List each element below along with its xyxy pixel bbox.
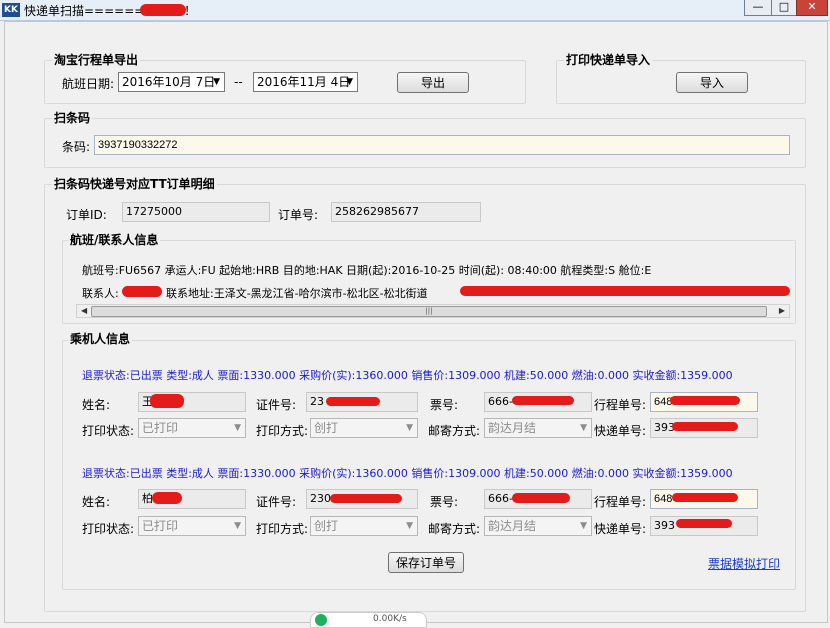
redaction bbox=[460, 286, 790, 296]
print-status-label: 打印状态: bbox=[82, 522, 135, 536]
title-bar: KK 快递单扫描====== 欢迎您！ — □ ✕ bbox=[0, 0, 830, 21]
id-label: 证件号: bbox=[256, 398, 297, 412]
chevron-down-icon: ▼ bbox=[406, 521, 413, 531]
chevron-down-icon: ▼ bbox=[234, 423, 241, 433]
chevron-down-icon: ▼ bbox=[213, 77, 220, 87]
print-status-select: 已打印 ▼ bbox=[138, 418, 246, 438]
redaction bbox=[672, 422, 738, 431]
print-status-value: 已打印 bbox=[142, 519, 179, 533]
horizontal-scrollbar[interactable]: ◀ ||| ▶ bbox=[76, 304, 790, 318]
scroll-left-icon[interactable]: ◀ bbox=[81, 305, 87, 317]
contact-address: 联系地址:王泽文-黑龙江省-哈尔滨市-松北区-松北街道 bbox=[166, 287, 428, 300]
print-status-select: 已打印 ▼ bbox=[138, 516, 246, 536]
print-preview-link[interactable]: 票据模拟打印 bbox=[708, 555, 780, 572]
print-status-label: 打印状态: bbox=[82, 424, 135, 438]
itinerary-label: 行程单号: bbox=[594, 398, 647, 412]
redaction bbox=[122, 286, 162, 297]
contact-label: 联系人: bbox=[82, 287, 119, 300]
redaction bbox=[672, 493, 738, 502]
flight-date-label: 航班日期: bbox=[62, 77, 115, 91]
print-method-select: 创打 ▼ bbox=[310, 418, 418, 438]
speed-icon bbox=[315, 614, 327, 626]
date-from-picker[interactable]: 2016年10月 7日 ▼ bbox=[118, 72, 225, 92]
redaction bbox=[140, 4, 186, 16]
flight-info-line: 航班号:FU6567 承运人:FU 起始地:HRB 目的地:HAK 日期(起):… bbox=[82, 264, 652, 277]
itinerary-label: 行程单号: bbox=[594, 495, 647, 509]
redaction bbox=[512, 396, 574, 405]
express-label: 快递单号: bbox=[594, 424, 647, 438]
name-label: 姓名: bbox=[82, 495, 111, 509]
mail-method-value: 韵达月结 bbox=[488, 519, 537, 533]
date-from-value: 2016年10月 7日 bbox=[122, 75, 216, 89]
mail-method-select: 韵达月结 ▼ bbox=[484, 516, 592, 536]
print-method-select: 创打 ▼ bbox=[310, 516, 418, 536]
redaction bbox=[670, 396, 740, 405]
chevron-down-icon: ▼ bbox=[234, 521, 241, 531]
name-label: 姓名: bbox=[82, 398, 111, 412]
save-order-button[interactable]: 保存订单号 bbox=[388, 552, 464, 573]
chevron-down-icon: ▼ bbox=[346, 77, 353, 87]
redaction bbox=[330, 494, 402, 503]
minimize-button[interactable]: — bbox=[744, 0, 772, 16]
chevron-down-icon: ▼ bbox=[580, 423, 587, 433]
scan-group-title: 扫条码 bbox=[52, 109, 93, 126]
redaction bbox=[326, 397, 380, 406]
close-button[interactable]: ✕ bbox=[796, 0, 828, 16]
network-speed-text: 0.00K/s bbox=[373, 614, 407, 624]
ticket-label: 票号: bbox=[430, 495, 459, 509]
passenger-group-title: 乘机人信息 bbox=[68, 330, 133, 347]
order-no-field: 258262985677 bbox=[331, 202, 481, 222]
detail-group-title: 扫条码快递号对应TT订单明细 bbox=[52, 175, 217, 192]
passenger-summary: 退票状态:已出票 类型:成人 票面:1330.000 采购价(实):1360.0… bbox=[82, 467, 733, 480]
barcode-input[interactable] bbox=[94, 135, 790, 155]
redaction bbox=[152, 492, 182, 504]
order-id-field: 17275000 bbox=[122, 202, 270, 222]
date-to-value: 2016年11月 4日 bbox=[257, 75, 351, 89]
import-group-title: 打印快递单导入 bbox=[564, 51, 653, 68]
print-method-label: 打印方式: bbox=[256, 424, 309, 438]
scroll-right-icon[interactable]: ▶ bbox=[779, 305, 785, 317]
mail-method-select: 韵达月结 ▼ bbox=[484, 418, 592, 438]
print-method-value: 创打 bbox=[314, 519, 339, 533]
ticket-label: 票号: bbox=[430, 398, 459, 412]
mail-method-value: 韵达月结 bbox=[488, 421, 537, 435]
date-separator: -- bbox=[234, 75, 243, 89]
redaction bbox=[512, 493, 570, 503]
maximize-button[interactable]: □ bbox=[771, 0, 797, 16]
chevron-down-icon: ▼ bbox=[406, 423, 413, 433]
print-method-label: 打印方式: bbox=[256, 522, 309, 536]
redaction bbox=[150, 394, 184, 408]
id-label: 证件号: bbox=[256, 495, 297, 509]
express-label: 快递单号: bbox=[594, 522, 647, 536]
mail-method-label: 邮寄方式: bbox=[428, 424, 481, 438]
export-group-title: 淘宝行程单导出 bbox=[52, 51, 141, 68]
flight-group-title: 航班/联系人信息 bbox=[68, 231, 161, 248]
mail-method-label: 邮寄方式: bbox=[428, 522, 481, 536]
barcode-label: 条码: bbox=[62, 140, 91, 154]
print-method-value: 创打 bbox=[314, 421, 339, 435]
date-to-picker[interactable]: 2016年11月 4日 ▼ bbox=[253, 72, 358, 92]
order-no-label: 订单号: bbox=[278, 208, 319, 222]
app-icon: KK bbox=[2, 3, 20, 17]
print-status-value: 已打印 bbox=[142, 421, 179, 435]
export-button[interactable]: 导出 bbox=[397, 72, 469, 93]
passenger-summary: 退票状态:已出票 类型:成人 票面:1330.000 采购价(实):1360.0… bbox=[82, 369, 733, 382]
import-button[interactable]: 导入 bbox=[676, 72, 748, 93]
redaction bbox=[676, 519, 732, 528]
scroll-thumb[interactable]: ||| bbox=[91, 306, 767, 317]
order-id-label: 订单ID: bbox=[66, 208, 107, 222]
chevron-down-icon: ▼ bbox=[580, 521, 587, 531]
